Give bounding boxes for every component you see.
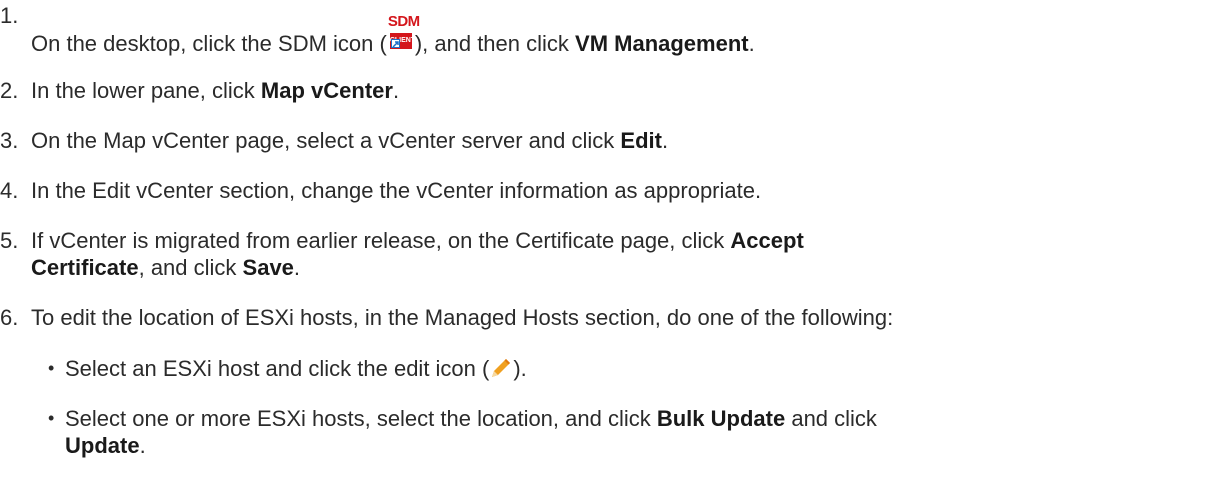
substep-text: Select an ESXi host and click the edit i… (65, 356, 490, 381)
step-text: In the lower pane, click (31, 78, 261, 103)
ui-term-accept: Accept (730, 228, 804, 253)
substep-text: ). (513, 356, 527, 381)
step-text: . (748, 31, 755, 56)
step-text: . (392, 78, 400, 103)
step-text: To edit the location of ESXi hosts, in t… (31, 305, 894, 330)
substep-text: . (139, 433, 146, 458)
ui-term-certificate: Certificate (31, 255, 139, 280)
step-text: On the desktop, click the SDM icon ( (31, 31, 387, 56)
step-text: . (293, 255, 301, 280)
bullet: • (48, 358, 55, 378)
ui-term-map-vcenter: Map vCenter (260, 78, 393, 103)
step-text: In the Edit vCenter section, change the … (31, 178, 762, 203)
step-number: 5. (0, 228, 19, 253)
step-text: , and click (138, 255, 243, 280)
ui-term-update: Update (65, 433, 140, 458)
pencil-icon (489, 357, 513, 379)
step-number: 4. (0, 178, 19, 203)
step-number: 2. (0, 78, 19, 103)
step-text: . (661, 128, 669, 153)
sdm-client-icon: SDM CLIENT (387, 13, 420, 57)
step-text: If vCenter is migrated from earlier rele… (31, 228, 731, 253)
substep-text: Select one or more ESXi hosts, select th… (65, 406, 657, 431)
step-number: 6. (0, 305, 19, 330)
step-text: ), and then click (414, 31, 576, 56)
shortcut-arrow-icon (390, 39, 400, 48)
sdm-icon-label: SDM (387, 13, 420, 31)
step-number: 1. (0, 3, 19, 28)
ui-term-edit: Edit (620, 128, 662, 153)
ui-term-vm-management: VM Management (575, 31, 749, 56)
substep-text: and click (785, 406, 877, 431)
step-number: 3. (0, 128, 19, 153)
ui-term-bulk-update: Bulk Update (656, 406, 786, 431)
ui-term-save: Save (242, 255, 294, 280)
bullet: • (48, 408, 55, 428)
step-text: On the Map vCenter page, select a vCente… (31, 128, 621, 153)
